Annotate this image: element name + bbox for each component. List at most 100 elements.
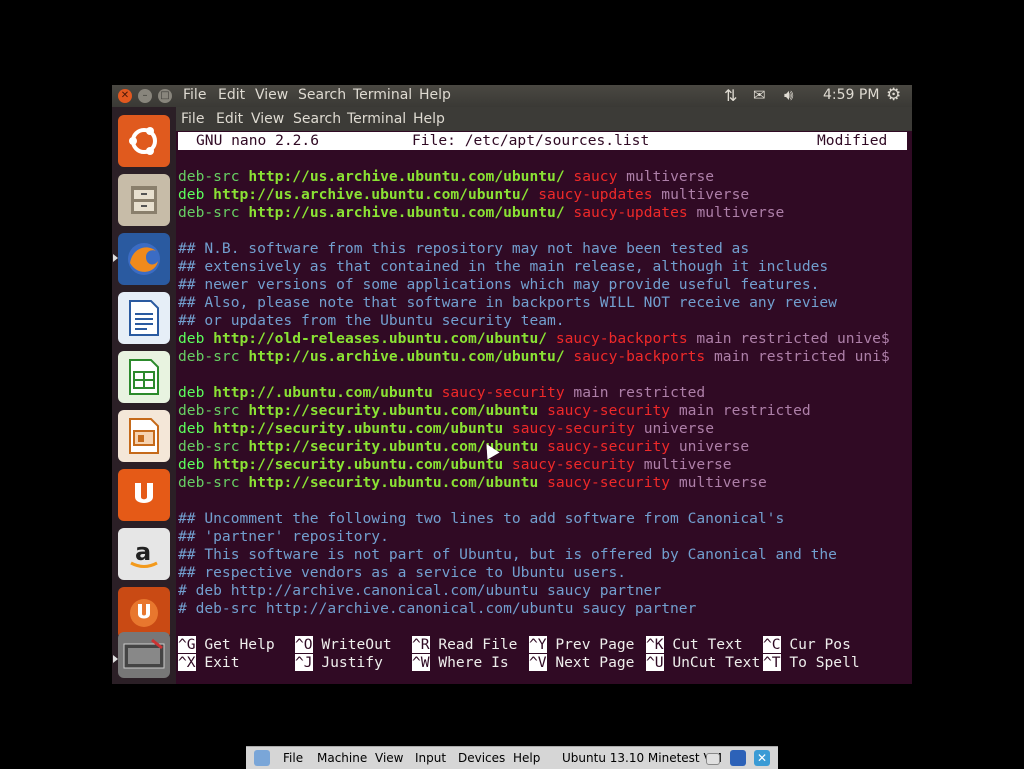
panel-menu-view[interactable]: View <box>255 87 288 103</box>
terminal-menu-search[interactable]: Search <box>293 111 341 127</box>
line-token <box>204 330 213 347</box>
workspace-switcher-icon[interactable] <box>118 632 170 678</box>
minimize-window-button[interactable]: – <box>138 89 152 103</box>
clock[interactable]: 4:59 PM <box>823 87 879 103</box>
vbox-fullscreen-icon[interactable] <box>730 750 746 766</box>
close-window-button[interactable]: ✕ <box>118 89 132 103</box>
mail-icon[interactable]: ✉ <box>753 86 766 104</box>
editor-line[interactable]: deb http://security.ubuntu.com/ubuntu sa… <box>178 420 714 438</box>
shortcut-label: Justify <box>312 654 383 671</box>
ubuntu-dash-icon[interactable] <box>118 115 170 167</box>
vbox-close-icon[interactable]: ✕ <box>754 750 770 766</box>
line-token <box>670 402 679 419</box>
files-icon[interactable] <box>118 174 170 226</box>
network-icon[interactable]: ⇅ <box>724 86 737 105</box>
line-token: saucy-security <box>511 420 635 437</box>
editor-line[interactable]: deb-src http://us.archive.ubuntu.com/ubu… <box>178 168 714 186</box>
shortcut-item[interactable]: ^O WriteOut <box>295 636 392 654</box>
editor-line[interactable]: deb-src http://security.ubuntu.com/ubunt… <box>178 438 749 456</box>
unity-launcher: a <box>112 107 176 684</box>
vbox-menu-input[interactable]: Input <box>415 751 446 765</box>
line-token: ## N.B. software from this repository ma… <box>178 240 750 257</box>
vbox-vm-title: Ubuntu 13.10 Minetest VM <box>562 751 723 765</box>
terminal-menu-help[interactable]: Help <box>413 111 445 127</box>
volume-icon[interactable]: 🔊︎ <box>784 86 793 104</box>
line-token: saucy-security <box>441 384 565 401</box>
editor-line[interactable]: deb http://old-releases.ubuntu.com/ubunt… <box>178 330 890 348</box>
terminal-menu-terminal[interactable]: Terminal <box>347 111 406 127</box>
virtualbox-icon <box>254 750 270 766</box>
panel-menu-file[interactable]: File <box>183 87 206 103</box>
editor-line[interactable]: ## Also, please note that software in ba… <box>178 294 837 312</box>
launcher-active-indicator <box>113 655 118 663</box>
ubuntu-top-panel: ✕ – □ File Edit View Search Terminal Hel… <box>112 85 912 107</box>
editor-line[interactable]: ## This software is not part of Ubuntu, … <box>178 546 837 564</box>
line-token: http://.ubuntu.com/ubuntu <box>213 384 433 401</box>
editor-line[interactable]: deb http://.ubuntu.com/ubuntu saucy-secu… <box>178 384 705 402</box>
editor-line[interactable]: ## Uncomment the following two lines to … <box>178 510 784 528</box>
editor-line[interactable]: ## 'partner' repository. <box>178 528 389 546</box>
svg-text:a: a <box>135 538 151 566</box>
shortcut-item[interactable]: ^T To Spell <box>763 654 860 672</box>
shortcut-item[interactable]: ^C Cur Pos <box>763 636 851 654</box>
shortcut-label: WriteOut <box>312 636 392 653</box>
shortcut-item[interactable]: ^V Next Page <box>529 654 634 672</box>
gear-icon[interactable]: ⚙ <box>886 85 901 105</box>
ubuntu-one-icon[interactable] <box>118 469 170 521</box>
shortcut-label: Next Page <box>546 654 635 671</box>
launcher-active-indicator <box>113 254 118 262</box>
panel-menu-edit[interactable]: Edit <box>218 87 245 103</box>
editor-line[interactable]: deb-src http://us.archive.ubuntu.com/ubu… <box>178 204 784 222</box>
firefox-icon[interactable] <box>118 233 170 285</box>
editor-line[interactable]: ## respective vendors as a service to Ub… <box>178 564 626 582</box>
panel-menu-help[interactable]: Help <box>419 87 451 103</box>
line-token: multiverse <box>626 168 715 185</box>
vbox-menu-view[interactable]: View <box>375 751 403 765</box>
editor-line[interactable]: deb-src http://security.ubuntu.com/ubunt… <box>178 474 767 492</box>
editor-line[interactable]: deb http://security.ubuntu.com/ubuntu sa… <box>178 456 732 474</box>
shortcut-item[interactable]: ^G Get Help <box>178 636 275 654</box>
line-token <box>503 456 512 473</box>
terminal-area[interactable]: GNU nano 2.2.6 File: /etc/apt/sources.li… <box>176 131 912 684</box>
shortcut-item[interactable]: ^X Exit <box>178 654 240 672</box>
libreoffice-writer-icon[interactable] <box>118 292 170 344</box>
editor-line[interactable]: deb http://us.archive.ubuntu.com/ubuntu/… <box>178 186 749 204</box>
terminal-menu-edit[interactable]: Edit <box>216 111 243 127</box>
line-token: multiverse <box>661 186 750 203</box>
libreoffice-calc-icon[interactable] <box>118 351 170 403</box>
editor-line[interactable]: # deb http://archive.canonical.com/ubunt… <box>178 582 661 600</box>
line-token: http://security.ubuntu.com/ubuntu <box>213 420 504 437</box>
panel-menu-search[interactable]: Search <box>298 87 346 103</box>
editor-line[interactable]: deb-src http://us.archive.ubuntu.com/ubu… <box>178 348 890 366</box>
shortcut-key: ^O <box>295 636 313 653</box>
line-token: saucy-security <box>547 402 671 419</box>
editor-line[interactable]: # deb-src http://archive.canonical.com/u… <box>178 600 696 618</box>
panel-menu-terminal[interactable]: Terminal <box>353 87 412 103</box>
editor-line[interactable]: ## or updates from the Ubuntu security t… <box>178 312 565 330</box>
amazon-icon[interactable]: a <box>118 528 170 580</box>
libreoffice-impress-icon[interactable] <box>118 410 170 462</box>
vbox-menu-devices[interactable]: Devices <box>458 751 505 765</box>
vbox-menu-help[interactable]: Help <box>513 751 540 765</box>
line-token: deb <box>178 186 205 203</box>
shortcut-item[interactable]: ^Y Prev Page <box>529 636 634 654</box>
editor-line[interactable]: ## extensively as that contained in the … <box>178 258 828 276</box>
terminal-menu-view[interactable]: View <box>251 111 284 127</box>
line-token: saucy-updates <box>573 204 688 221</box>
shortcut-item[interactable]: ^R Read File <box>412 636 517 654</box>
line-token: ## Also, please note that software in ba… <box>178 294 837 311</box>
virtualbox-menubar: File Machine View Input Devices Help Ubu… <box>246 746 778 769</box>
shortcut-item[interactable]: ^K Cut Text <box>646 636 743 654</box>
maximize-window-button[interactable]: □ <box>158 89 172 103</box>
editor-line[interactable]: ## N.B. software from this repository ma… <box>178 240 749 258</box>
vbox-restore-icon[interactable] <box>706 753 720 765</box>
vbox-menu-machine[interactable]: Machine <box>317 751 367 765</box>
editor-line[interactable]: ## newer versions of some applications w… <box>178 276 819 294</box>
line-token: universe <box>643 420 715 437</box>
shortcut-item[interactable]: ^W Where Is <box>412 654 509 672</box>
shortcut-item[interactable]: ^U UnCut Text <box>646 654 760 672</box>
shortcut-item[interactable]: ^J Justify <box>295 654 383 672</box>
terminal-menu-file[interactable]: File <box>181 111 204 127</box>
vbox-menu-file[interactable]: File <box>283 751 303 765</box>
editor-line[interactable]: deb-src http://security.ubuntu.com/ubunt… <box>178 402 811 420</box>
